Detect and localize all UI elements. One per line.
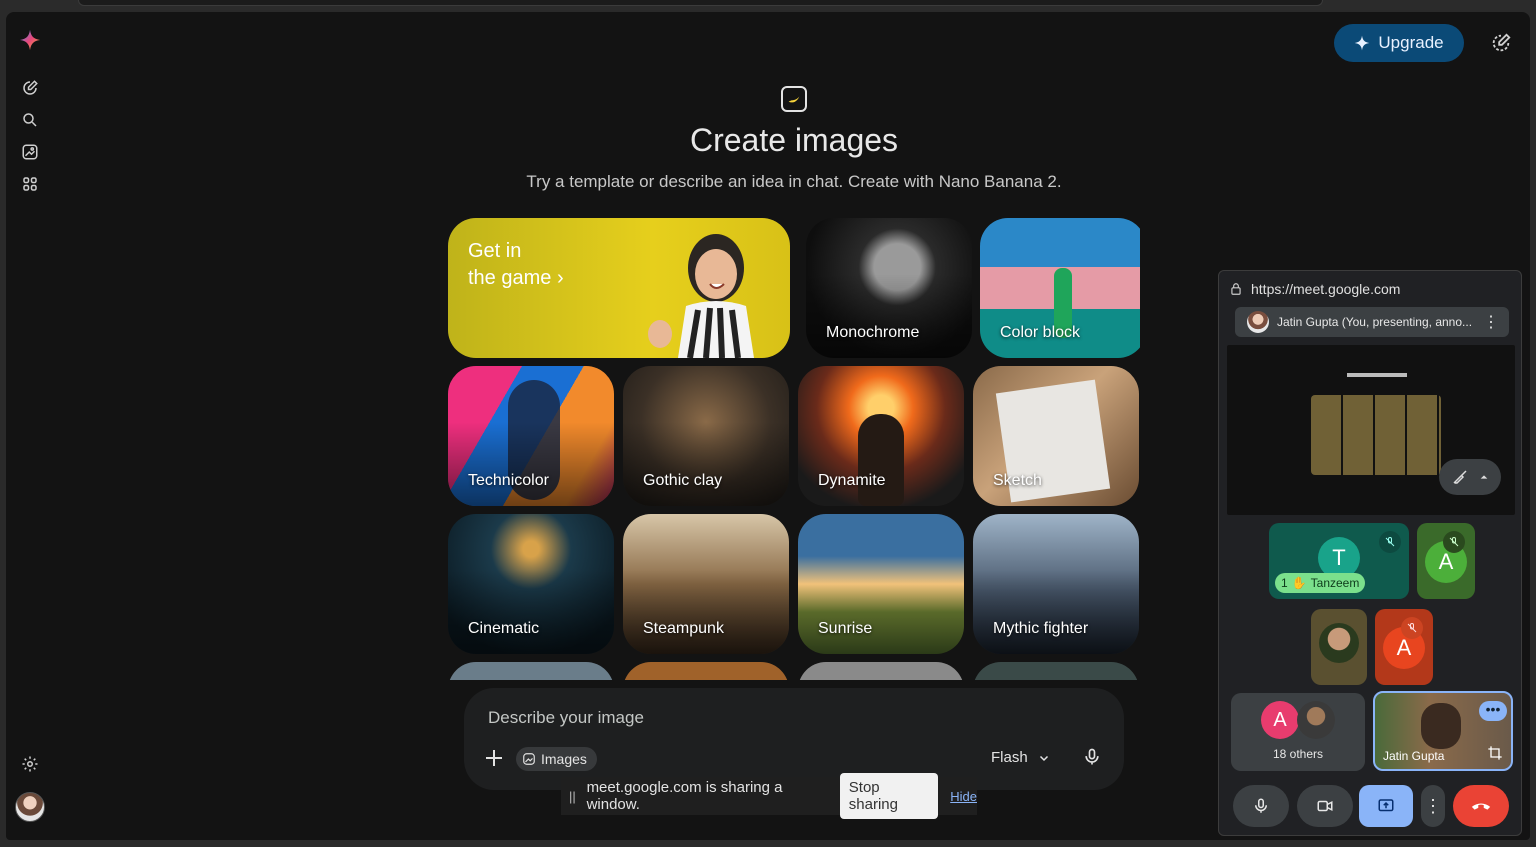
meet-pip-window: https://meet.google.com Jatin Gupta (You… xyxy=(1218,270,1522,836)
sparkle-icon xyxy=(1355,35,1370,51)
presenter-bar[interactable]: Jatin Gupta (You, presenting, anno... ⋮ xyxy=(1235,307,1509,337)
microphone-icon[interactable] xyxy=(1082,746,1104,770)
template-card-partial[interactable] xyxy=(798,662,964,680)
template-label: Monochrome xyxy=(826,324,920,341)
participant-tile-tanzeem[interactable]: T 1 ✋ Tanzeem xyxy=(1269,523,1409,599)
browser-top-strip xyxy=(0,0,1536,10)
share-message: meet.google.com is sharing a window. xyxy=(586,779,783,813)
presenter-avatar xyxy=(1247,311,1269,333)
stop-sharing-button[interactable]: Stop sharing xyxy=(839,773,939,819)
image-icon xyxy=(523,753,535,765)
meet-url-bar: https://meet.google.com xyxy=(1229,279,1519,299)
prompt-input[interactable]: Describe your image xyxy=(488,708,644,728)
page-title: Create images xyxy=(689,122,899,158)
more-options-icon[interactable]: ••• xyxy=(1479,701,1507,721)
template-card-partial[interactable] xyxy=(448,662,614,680)
template-card-sunrise[interactable]: Sunrise xyxy=(798,514,964,654)
presenter-label: Jatin Gupta (You, presenting, anno... xyxy=(1277,315,1473,329)
new-chat-icon[interactable] xyxy=(18,76,42,100)
template-card-gothic-clay[interactable]: Gothic clay xyxy=(623,366,789,506)
screen-share-bar: || meet.google.com is sharing a window. … xyxy=(561,773,977,819)
template-grid: Get in the game › Monochrome Color block … xyxy=(448,218,1140,680)
raised-hand-badge: 1 ✋ Tanzeem xyxy=(1275,573,1366,593)
annotation-toggle[interactable] xyxy=(1439,459,1501,495)
participant-photo xyxy=(1297,701,1335,739)
participant-name: Tanzeem xyxy=(1310,576,1360,590)
model-selector[interactable]: Flash xyxy=(991,749,1050,766)
template-label: Steampunk xyxy=(643,620,724,637)
end-call-button[interactable] xyxy=(1453,785,1509,827)
microphone-icon xyxy=(1255,798,1267,813)
self-tile-jatin-gupta[interactable]: ••• Jatin Gupta xyxy=(1373,691,1513,771)
present-screen-button[interactable] xyxy=(1359,785,1413,827)
participant-initial: A xyxy=(1261,701,1299,739)
others-tile[interactable]: A 18 others xyxy=(1231,693,1365,771)
template-label: Dynamite xyxy=(818,472,886,489)
crop-icon[interactable] xyxy=(1487,745,1507,765)
participant-tile-photo[interactable] xyxy=(1311,609,1367,685)
annotate-off-icon xyxy=(1453,470,1467,484)
template-label: Get in the game › xyxy=(468,240,564,289)
drag-handle-icon[interactable]: || xyxy=(569,789,579,804)
meet-controls: ⋮ xyxy=(1219,777,1521,835)
upgrade-button[interactable]: Upgrade xyxy=(1334,24,1464,62)
gemini-app: Upgrade Create images Try a template or … xyxy=(6,12,1530,840)
self-name: Jatin Gupta xyxy=(1383,749,1445,763)
video-camera-icon xyxy=(1317,800,1333,812)
chip-label: Images xyxy=(541,751,587,767)
others-count: 18 others xyxy=(1272,747,1324,761)
prompt-composer: Describe your image Images Flash xyxy=(464,688,1124,790)
annotate-pen-icon[interactable] xyxy=(1490,32,1514,56)
hide-link[interactable]: Hide xyxy=(950,789,977,804)
template-card-technicolor[interactable]: Technicolor xyxy=(448,366,614,506)
gemini-logo-icon[interactable] xyxy=(18,28,42,52)
soccer-fan-image xyxy=(648,234,754,358)
template-label: Gothic clay xyxy=(643,472,723,489)
camera-button[interactable] xyxy=(1297,785,1353,827)
shared-screen-preview xyxy=(1227,345,1515,515)
mic-muted-icon xyxy=(1401,617,1423,639)
images-tool-chip[interactable]: Images xyxy=(516,747,597,771)
template-card-dynamite[interactable]: Dynamite xyxy=(798,366,964,506)
model-label: Flash xyxy=(991,749,1028,766)
settings-gear-icon[interactable] xyxy=(18,752,42,776)
template-card-steampunk[interactable]: Steampunk xyxy=(623,514,789,654)
template-label: Mythic fighter xyxy=(993,620,1089,637)
upgrade-label: Upgrade xyxy=(1378,33,1444,52)
banana-icon xyxy=(781,86,807,112)
template-card-cinematic[interactable]: Cinematic xyxy=(448,514,614,654)
chevron-down-icon xyxy=(1039,755,1048,761)
caret-up-icon xyxy=(1480,475,1488,479)
template-card-get-in-the-game[interactable]: Get in the game › xyxy=(448,218,790,358)
more-vert-icon[interactable]: ⋮ xyxy=(1483,312,1499,332)
template-card-monochrome[interactable]: Monochrome xyxy=(806,218,972,358)
lock-icon xyxy=(1231,283,1241,295)
template-label: Sketch xyxy=(993,472,1042,489)
mic-muted-icon xyxy=(1443,531,1465,553)
participant-tile-a-green[interactable]: A xyxy=(1417,523,1475,599)
self-video xyxy=(1421,703,1461,749)
add-attachment-icon[interactable] xyxy=(482,746,506,770)
mic-button[interactable] xyxy=(1233,785,1289,827)
mic-muted-icon xyxy=(1379,531,1401,553)
more-options-button[interactable]: ⋮ xyxy=(1421,785,1445,827)
template-label: Cinematic xyxy=(468,620,540,637)
hand-icon: ✋ xyxy=(1291,576,1307,590)
template-label: Technicolor xyxy=(468,472,549,489)
account-avatar[interactable] xyxy=(15,792,45,822)
template-card-color-block[interactable]: Color block xyxy=(980,218,1140,358)
participant-photo xyxy=(1319,623,1359,663)
template-label: Sunrise xyxy=(818,620,873,637)
browser-tab-strip xyxy=(78,0,1323,6)
template-card-partial[interactable] xyxy=(623,662,789,680)
template-card-partial[interactable] xyxy=(973,662,1139,680)
template-card-sketch[interactable]: Sketch xyxy=(973,366,1139,506)
page-subtitle: Try a template or describe an idea in ch… xyxy=(526,172,1062,191)
present-to-all-icon xyxy=(1378,799,1394,812)
participant-tile-a-red[interactable]: A xyxy=(1375,609,1433,685)
template-card-mythic-fighter[interactable]: Mythic fighter xyxy=(973,514,1139,654)
hang-up-icon xyxy=(1471,803,1491,810)
template-label: Color block xyxy=(1000,324,1081,341)
